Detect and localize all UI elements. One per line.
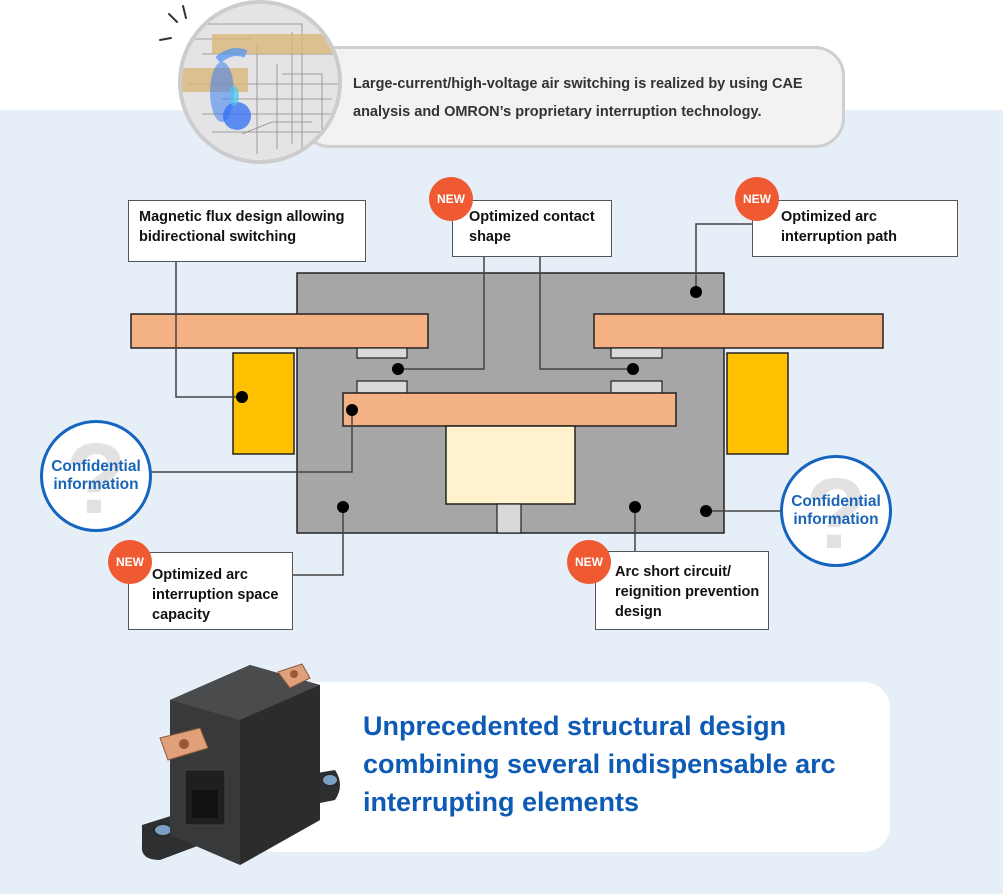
- dot-movable-terminal: [346, 404, 358, 416]
- dot-arc-space: [337, 501, 349, 513]
- dot-contact-right: [627, 363, 639, 375]
- permanent-magnet-left: [232, 352, 295, 455]
- movable-contact-left: [356, 380, 408, 394]
- callout-arc-path: Optimized arc interruption path: [752, 200, 958, 257]
- confidential-label-line1: Confidential: [51, 458, 141, 475]
- actuator-block: [445, 425, 576, 505]
- permanent-magnet-right: [726, 352, 789, 455]
- confidential-label-line1: Confidential: [791, 493, 881, 510]
- mounting-hole-right: [321, 773, 339, 787]
- confidential-info-left: ? Confidential information: [40, 420, 152, 532]
- connector-socket: [192, 790, 218, 818]
- dot-arc-path: [690, 286, 702, 298]
- dot-magnet: [236, 391, 248, 403]
- callout-arc-space: Optimized arc interruption space capacit…: [128, 552, 293, 630]
- dot-contact-left: [392, 363, 404, 375]
- dot-confidential-right: [700, 505, 712, 517]
- new-badge-contact-shape: NEW: [429, 177, 473, 221]
- movable-terminal: [342, 392, 677, 427]
- confidential-info-right: ? Confidential information: [780, 455, 892, 567]
- fixed-contact-right: [610, 347, 663, 359]
- new-badge-arc-space: NEW: [108, 540, 152, 584]
- callout-contact-shape: Optimized contact shape: [452, 200, 612, 257]
- relay-product-image: [141, 663, 340, 865]
- callout-arc-short-text: Arc short circuit/ reignition prevention…: [615, 564, 760, 620]
- actuator-shaft: [496, 503, 522, 534]
- dot-arc-short: [629, 501, 641, 513]
- terminal-top-hole: [290, 670, 298, 678]
- callout-arc-path-text: Optimized arc interruption path: [781, 209, 897, 245]
- confidential-label-line2: information: [793, 511, 879, 528]
- fixed-contact-left: [356, 347, 408, 359]
- callout-magnetic-flux-text: Magnetic flux design allowing bidirectio…: [139, 209, 345, 245]
- new-badge-arc-short: NEW: [567, 540, 611, 584]
- summary-text: Unprecedented structural design combinin…: [363, 711, 836, 817]
- mounting-hole-left: [153, 823, 173, 837]
- fixed-terminal-right: [593, 313, 884, 349]
- confidential-label-line2: information: [53, 476, 139, 493]
- callout-arc-space-text: Optimized arc interruption space capacit…: [152, 567, 279, 623]
- terminal-front-hole: [179, 739, 189, 749]
- callout-arc-short: Arc short circuit/ reignition prevention…: [595, 551, 769, 630]
- new-badge-arc-path: NEW: [735, 177, 779, 221]
- callout-contact-shape-text: Optimized contact shape: [469, 209, 595, 245]
- callout-magnetic-flux: Magnetic flux design allowing bidirectio…: [128, 200, 366, 262]
- movable-contact-right: [610, 380, 663, 394]
